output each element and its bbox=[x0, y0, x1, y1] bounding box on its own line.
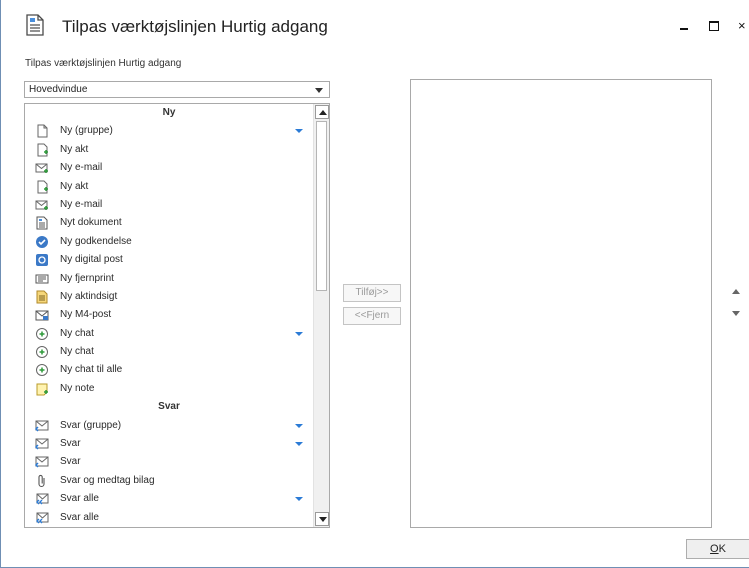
list-item[interactable]: Svar (gruppe) bbox=[25, 417, 313, 435]
ok-accelerator: O bbox=[710, 543, 719, 555]
section-label: Tilpas værktøjslinjen Hurtig adgang bbox=[25, 58, 182, 69]
list-item-label: Ny note bbox=[60, 382, 95, 394]
list-item-label: Svar (gruppe) bbox=[60, 419, 122, 431]
list-item-label: Ny chat bbox=[60, 327, 94, 339]
list-item[interactable]: Ny chat bbox=[25, 325, 313, 343]
vertical-scrollbar[interactable] bbox=[313, 104, 329, 527]
list-item[interactable]: Ny (gruppe) bbox=[25, 122, 313, 140]
scroll-down-button[interactable] bbox=[315, 512, 329, 526]
list-item[interactable]: Ny chat til alle bbox=[25, 361, 313, 379]
maximize-button[interactable] bbox=[706, 20, 722, 32]
dropdown-arrow-icon[interactable] bbox=[295, 129, 303, 134]
add-button[interactable]: Tilføj>> bbox=[343, 284, 401, 302]
dropdown-value: Hovedvindue bbox=[29, 84, 88, 95]
reply-icon bbox=[35, 438, 49, 450]
remote-print-icon bbox=[35, 274, 49, 284]
scroll-thumb[interactable] bbox=[316, 121, 327, 291]
dropdown-arrow-icon[interactable] bbox=[295, 423, 303, 428]
list-item[interactable]: Ny e-mail bbox=[25, 196, 313, 214]
quick-access-commands-list[interactable] bbox=[410, 79, 712, 528]
reply-all-icon bbox=[36, 512, 49, 524]
list-item-label: Ny fjernprint bbox=[60, 272, 114, 284]
list-item[interactable]: Ny digital post bbox=[25, 251, 313, 269]
list-item-label: Ny aktindsigt bbox=[60, 290, 118, 302]
list-item-label: Svar alle bbox=[60, 511, 99, 523]
list-group-header: Svar bbox=[158, 401, 180, 413]
new-document-icon bbox=[37, 143, 48, 157]
list-item-label: Ny e-mail bbox=[60, 162, 103, 174]
chat-add-icon bbox=[36, 327, 48, 340]
new-document-icon bbox=[37, 180, 48, 194]
minimize-button[interactable] bbox=[677, 20, 693, 32]
command-source-dropdown[interactable]: Hovedvindue bbox=[24, 81, 330, 98]
move-down-arrow-icon[interactable] bbox=[732, 311, 740, 316]
chat-add-icon bbox=[36, 346, 48, 359]
document-icon bbox=[26, 14, 44, 36]
text-document-icon bbox=[36, 216, 48, 230]
list-item-label: Ny chat bbox=[60, 346, 94, 358]
dropdown-arrow-icon[interactable] bbox=[295, 442, 303, 447]
scroll-up-button[interactable] bbox=[315, 105, 329, 119]
list-item-label: Ny akt bbox=[60, 143, 89, 155]
list-item-label: Ny (gruppe) bbox=[60, 125, 113, 137]
list-item[interactable]: Ny fjernprint bbox=[25, 270, 313, 288]
m4-mail-icon bbox=[35, 310, 49, 321]
list-item-label: Svar og medtag bilag bbox=[60, 474, 155, 486]
reply-icon bbox=[35, 456, 49, 468]
window-title: Tilpas værktøjslinjen Hurtig adgang bbox=[62, 17, 328, 36]
approval-icon bbox=[36, 235, 48, 248]
list-item[interactable]: Ny e-mail bbox=[25, 159, 313, 177]
ok-button[interactable]: OK bbox=[686, 539, 749, 559]
list-item-label: Ny akt bbox=[60, 180, 89, 192]
reply-icon bbox=[35, 420, 49, 432]
list-rows: Ny Ny (gruppe) Ny akt Ny e-mail Ny akt Ny e-m… bbox=[25, 104, 313, 527]
customize-quick-access-dialog: Tilpas værktøjslinjen Hurtig adgang × Ti… bbox=[0, 0, 749, 568]
list-item-label: Ny godkendelse bbox=[60, 235, 132, 247]
list-item[interactable]: Ny note bbox=[25, 380, 313, 398]
reply-all-icon bbox=[36, 493, 49, 505]
list-item-label: Ny chat til alle bbox=[60, 364, 123, 376]
close-button[interactable]: × bbox=[738, 19, 749, 32]
list-item[interactable]: Ny akt bbox=[25, 141, 313, 159]
dropdown-arrow-icon[interactable] bbox=[295, 497, 303, 502]
list-item-label: Svar bbox=[60, 456, 81, 468]
ok-label-rest: K bbox=[718, 543, 726, 555]
chevron-down-icon bbox=[315, 88, 323, 93]
list-item[interactable]: Svar alle bbox=[25, 490, 313, 508]
list-item[interactable]: Ny aktindsigt bbox=[25, 288, 313, 306]
digital-post-icon bbox=[36, 254, 48, 267]
list-item[interactable]: Nyt dokument bbox=[25, 214, 313, 232]
dropdown-arrow-icon[interactable] bbox=[295, 331, 303, 336]
new-note-icon bbox=[36, 383, 48, 396]
list-item[interactable]: Ny chat bbox=[25, 343, 313, 361]
list-item[interactable]: Svar alle bbox=[25, 509, 313, 527]
list-item-label: Nyt dokument bbox=[60, 217, 122, 229]
new-mail-icon bbox=[35, 163, 48, 174]
list-item-label: Ny M4-post bbox=[60, 309, 112, 321]
list-item[interactable]: Svar og medtag bilag bbox=[25, 472, 313, 490]
title-bar: Tilpas værktøjslinjen Hurtig adgang × bbox=[1, 0, 749, 50]
list-item-label: Ny e-mail bbox=[60, 198, 103, 210]
list-item[interactable]: Ny godkendelse bbox=[25, 233, 313, 251]
list-item[interactable]: Ny akt bbox=[25, 178, 313, 196]
chat-add-icon bbox=[36, 364, 48, 377]
list-item-label: Svar bbox=[60, 438, 81, 450]
list-item[interactable]: Ny M4-post bbox=[25, 306, 313, 324]
list-item[interactable]: Svar bbox=[25, 453, 313, 471]
access-document-icon bbox=[36, 290, 48, 304]
list-group-header: Ny bbox=[162, 107, 176, 118]
paperclip-icon bbox=[38, 474, 45, 487]
list-item-label: Ny digital post bbox=[60, 254, 123, 266]
available-commands-list[interactable]: Ny Ny (gruppe) Ny akt Ny e-mail Ny akt Ny e-m… bbox=[24, 103, 330, 528]
blank-document-icon bbox=[37, 124, 48, 138]
remove-button[interactable]: <<Fjern bbox=[343, 307, 401, 325]
new-mail-icon bbox=[35, 200, 48, 210]
list-item-label: Svar alle bbox=[60, 493, 99, 505]
list-item[interactable]: Svar bbox=[25, 435, 313, 453]
move-up-arrow-icon[interactable] bbox=[732, 289, 740, 294]
